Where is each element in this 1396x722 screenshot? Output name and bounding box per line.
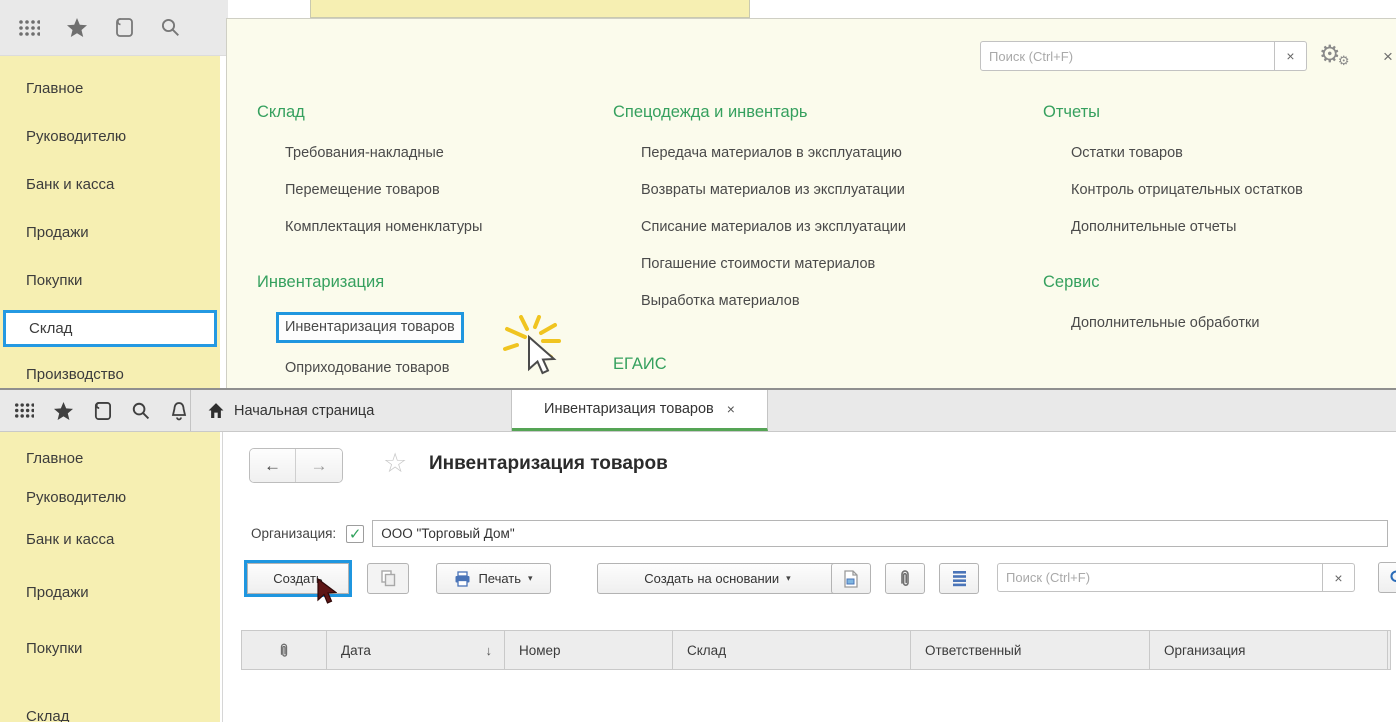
section-functions-panel: × ⚙ ⚙ × Склад Требования-накладные Перем… <box>226 18 1396 390</box>
screen: Главное Руководителю Банк и касса Продаж… <box>0 0 1396 722</box>
cursor-icon <box>315 578 337 606</box>
overlay-system-toolbar <box>0 0 228 56</box>
navigation-buttons: ← → <box>249 448 343 483</box>
menu-item-peredacha-materialov[interactable]: Передача материалов в эксплуатацию <box>641 142 1023 165</box>
favorites-icon[interactable] <box>66 17 88 38</box>
search-icon[interactable] <box>160 17 181 38</box>
sidebar-item-glavnoe[interactable]: Главное <box>0 450 220 467</box>
notifications-icon[interactable] <box>170 401 188 421</box>
background-window-strip <box>310 0 750 18</box>
organization-filter-row: Организация: ✓ <box>251 520 1388 547</box>
page-title: Инвентаризация товаров <box>429 453 668 475</box>
sidebar-item-sklad-selected[interactable]: Склад <box>3 310 217 347</box>
tab-home-page[interactable]: Начальная страница <box>190 390 512 431</box>
sidebar-item-glavnoe[interactable]: Главное <box>0 80 220 97</box>
organization-checkbox[interactable]: ✓ <box>346 525 364 543</box>
column-organization[interactable]: Организация <box>1150 631 1388 669</box>
print-button[interactable]: Печать ▾ <box>436 563 551 594</box>
organization-label: Организация: <box>251 526 336 541</box>
find-button[interactable] <box>1378 562 1396 593</box>
section-title-specodezhda: Спецодежда и инвентарь <box>613 103 1023 122</box>
section-title-servis: Сервис <box>1043 273 1383 292</box>
column-date[interactable]: Дата ↓ <box>327 631 505 669</box>
search-icon[interactable] <box>131 401 151 421</box>
menu-column-3: Отчеты Остатки товаров Контроль отрицате… <box>1043 103 1383 369</box>
menu-item-spisanie-materialov[interactable]: Списание материалов из эксплуатации <box>641 216 1023 239</box>
organization-field[interactable] <box>372 520 1388 547</box>
clear-search-button[interactable]: × <box>1323 563 1355 592</box>
sidebar-item-bank-i-kassa[interactable]: Банк и касса <box>0 176 220 193</box>
menu-item-trebovaniya-nakladnye[interactable]: Требования-накладные <box>285 142 587 165</box>
menu-item-kontrol-ostatkov[interactable]: Контроль отрицательных остатков <box>1071 179 1383 202</box>
column-number[interactable]: Номер <box>505 631 673 669</box>
menu-item-dopolnitelnye-obrabotki[interactable]: Дополнительные обработки <box>1071 312 1383 335</box>
menu-item-pogashenie-stoimosti[interactable]: Погашение стоимости материалов <box>641 253 1023 276</box>
click-burst-icon <box>503 315 575 381</box>
home-icon <box>207 402 225 419</box>
history-icon[interactable] <box>114 17 134 38</box>
list-search: × <box>997 563 1355 592</box>
sidebar-item-rukovoditelyu[interactable]: Руководителю <box>0 128 220 145</box>
tutorial-highlight-box[interactable]: Инвентаризация товаров <box>276 312 464 343</box>
section-title-inventarizaciya: Инвентаризация <box>257 273 587 292</box>
main-section-sidebar: Главное Руководителю Банк и касса Продаж… <box>0 432 220 722</box>
print-icon <box>454 571 471 587</box>
document-list-page: ← → ☆ Инвентаризация товаров Организация… <box>222 432 1396 722</box>
settings-gear-icon[interactable]: ⚙ ⚙ <box>1319 43 1341 67</box>
sidebar-item-rukovoditelyu[interactable]: Руководителю <box>0 489 220 506</box>
tab-active-label: Инвентаризация товаров <box>544 401 714 417</box>
sidebar-item-pokupki[interactable]: Покупки <box>0 272 220 289</box>
command-bar: Создать <box>223 560 1396 602</box>
search-input[interactable] <box>997 563 1323 592</box>
sidebar-item-pokupki[interactable]: Покупки <box>0 640 220 657</box>
list-settings-button[interactable] <box>939 563 979 594</box>
sidebar-item-proizvodstvo[interactable]: Производство <box>0 366 220 383</box>
app-menu-icon[interactable] <box>18 19 40 37</box>
tab-home-label: Начальная страница <box>234 403 374 419</box>
column-responsible[interactable]: Ответственный <box>911 631 1150 669</box>
search-input[interactable] <box>980 41 1275 71</box>
sort-desc-icon: ↓ <box>486 643 493 658</box>
attachment-icon <box>279 642 289 659</box>
panel-search: × <box>980 41 1307 71</box>
back-button[interactable]: ← <box>250 449 296 482</box>
menu-column-2: Спецодежда и инвентарь Передача материал… <box>613 103 1023 408</box>
create-based-on-button[interactable]: Создать на основании ▾ <box>597 563 838 594</box>
clear-search-button[interactable]: × <box>1275 41 1307 71</box>
chevron-down-icon: ▾ <box>786 573 791 584</box>
section-title-egais: ЕГАИС <box>613 355 1023 374</box>
tab-inventarizaciya-tovarov[interactable]: Инвентаризация товаров × <box>512 390 768 431</box>
load-from-file-button[interactable] <box>831 563 871 594</box>
sidebar-item-prodazhi[interactable]: Продажи <box>0 224 220 241</box>
copy-button[interactable] <box>367 563 409 594</box>
menu-item-komplektaciya-nomenklatury[interactable]: Комплектация номенклатуры <box>285 216 587 239</box>
menu-item-vyrabotka-materialov[interactable]: Выработка материалов <box>641 290 1023 313</box>
section-title-otchety: Отчеты <box>1043 103 1383 122</box>
sidebar-item-sklad[interactable]: Склад <box>0 708 220 722</box>
column-warehouse[interactable]: Склад <box>673 631 911 669</box>
overlay-section-sidebar: Главное Руководителю Банк и касса Продаж… <box>0 56 220 390</box>
menu-item-ostatki-tovarov[interactable]: Остатки товаров <box>1071 142 1383 165</box>
attachment-button[interactable] <box>885 563 925 594</box>
sidebar-item-prodazhi[interactable]: Продажи <box>0 584 220 601</box>
close-panel-icon[interactable]: × <box>1383 47 1393 67</box>
add-to-favorites-icon[interactable]: ☆ <box>383 448 407 479</box>
chevron-down-icon: ▾ <box>528 573 533 584</box>
tab-close-icon[interactable]: × <box>727 401 735 417</box>
table-header-row: Дата ↓ Номер Склад Ответственный Организ… <box>241 630 1391 670</box>
main-system-toolbar: Начальная страница Инвентаризация товаро… <box>0 388 1396 432</box>
history-icon[interactable] <box>93 401 112 421</box>
forward-button[interactable]: → <box>296 449 342 482</box>
menu-item-vozvraty-materialov[interactable]: Возвраты материалов из эксплуатации <box>641 179 1023 202</box>
column-attachment[interactable] <box>242 631 327 669</box>
app-menu-icon[interactable] <box>14 402 34 419</box>
section-title-sklad: Склад <box>257 103 587 122</box>
sidebar-item-bank-i-kassa[interactable]: Банк и касса <box>0 531 220 548</box>
menu-item-peremeshchenie-tovarov[interactable]: Перемещение товаров <box>285 179 587 202</box>
menu-item-dopolnitelnye-otchety[interactable]: Дополнительные отчеты <box>1071 216 1383 239</box>
favorites-icon[interactable] <box>53 401 74 421</box>
